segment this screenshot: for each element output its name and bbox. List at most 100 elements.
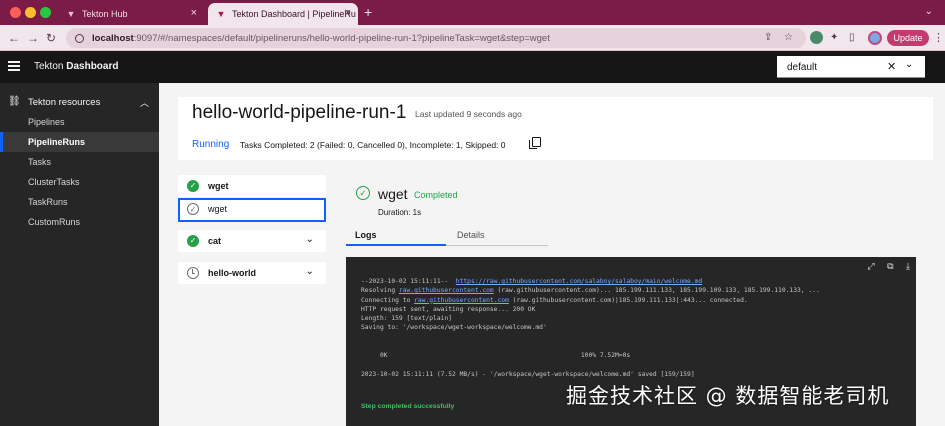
log-line: Resolving raw.githubusercontent.com (raw… xyxy=(361,286,909,295)
task-item-cat[interactable]: ✓ cat ⌄ xyxy=(178,230,326,252)
brand-light: Tekton xyxy=(34,61,64,72)
log-line xyxy=(361,361,909,370)
log-line-text: Length: 159 [text/plain] xyxy=(361,315,452,323)
watermark-text: 掘金技术社区 @ 数据智能老司机 xyxy=(566,384,890,408)
clear-namespace-icon[interactable]: ✕ xyxy=(887,60,896,73)
task-name: wget xyxy=(208,181,229,191)
extensions-puzzle-icon[interactable]: ✦ xyxy=(830,32,838,44)
log-line-text xyxy=(361,343,365,350)
log-line-text: Connecting to xyxy=(361,296,415,304)
log-line-tail: (raw.githubusercontent.com)|185.199.111.… xyxy=(508,296,748,304)
site-info-icon[interactable] xyxy=(75,33,84,43)
log-line: Length: 159 [text/plain] xyxy=(361,314,909,323)
browser-tab-tekton-dashboard[interactable]: ▼ Tekton Dashboard | PipelineRu × xyxy=(208,3,358,25)
log-line: --2023-10-02 15:11:11-- https://raw.gith… xyxy=(361,277,909,286)
tab-details[interactable]: Details xyxy=(446,226,548,246)
tekton-favicon-icon: ▼ xyxy=(216,9,226,19)
sidebar-item-taskruns[interactable]: TaskRuns xyxy=(0,192,159,212)
sidebar-item-pipelineruns[interactable]: PipelineRuns xyxy=(0,132,159,152)
sidebar-item-label: ClusterTasks xyxy=(28,177,80,187)
maximize-icon[interactable]: ⤢ xyxy=(867,261,874,271)
success-check-icon: ✓ xyxy=(356,186,370,200)
copy-icon[interactable] xyxy=(529,137,541,149)
namespace-select[interactable]: default ✕ ⌄ xyxy=(777,56,925,78)
run-status: Running xyxy=(192,139,230,150)
hamburger-menu-icon[interactable] xyxy=(8,61,20,71)
log-link[interactable]: raw.githubusercontent.com xyxy=(414,297,509,304)
sidebar-item-clustertasks[interactable]: ClusterTasks xyxy=(0,172,159,192)
close-tab-icon[interactable]: × xyxy=(191,7,197,19)
sidebar-section-header[interactable]: ⛓ Tekton resources ︿ xyxy=(8,96,151,110)
log-line-tail: (raw.githubusercontent.com)... 185.199.1… xyxy=(493,287,820,295)
sidebar-item-label: Tasks xyxy=(28,157,52,167)
update-button[interactable]: Update xyxy=(887,30,929,46)
forward-arrow-icon[interactable]: → xyxy=(27,31,39,45)
open-external-icon[interactable]: ⧉ xyxy=(887,261,893,271)
browser-tab-tekton-hub[interactable]: ▼ Tekton Hub × xyxy=(58,3,204,25)
task-name: hello-world xyxy=(208,268,256,278)
browser-tab-title: Tekton Dashboard | PipelineRu xyxy=(232,9,356,19)
back-arrow-icon[interactable]: ← xyxy=(8,31,20,45)
sidebar: ⛓ Tekton resources ︿ Pipelines PipelineR… xyxy=(0,83,159,426)
tekton-resources-icon: ⛓ xyxy=(8,96,21,107)
log-line-text: --2023-10-02 15:11:11-- xyxy=(361,278,456,285)
task-item-hello-world[interactable]: hello-world ⌄ xyxy=(178,262,326,284)
log-line-text xyxy=(361,334,365,341)
chevron-down-icon[interactable]: ⌄ xyxy=(306,234,314,245)
close-window-button[interactable] xyxy=(10,7,21,18)
tab-logs[interactable]: Logs xyxy=(346,226,446,246)
main-content: hello-world-pipeline-run-1 Last updated … xyxy=(159,83,945,426)
share-icon[interactable]: ⇪ xyxy=(764,32,772,44)
step-duration: Duration: 1s xyxy=(378,208,422,217)
sidebar-item-customruns[interactable]: CustomRuns xyxy=(0,212,159,232)
browser-tab-strip: ▼ Tekton Hub × ▼ Tekton Dashboard | Pipe… xyxy=(0,0,945,25)
log-line-text xyxy=(361,362,365,369)
step-success-message: Step completed successfully xyxy=(361,403,455,410)
sidebar-item-tasks[interactable]: Tasks xyxy=(0,152,159,172)
download-icon[interactable]: ⤓ xyxy=(906,261,910,271)
browser-tab-title: Tekton Hub xyxy=(82,9,128,19)
task-item-wget[interactable]: ✓ wget xyxy=(178,175,326,197)
task-name: cat xyxy=(208,236,222,246)
sidebar-item-label: TaskRuns xyxy=(28,197,68,207)
url-path: :9097/#/namespaces/default/pipelineruns/… xyxy=(133,32,550,44)
step-item-wget[interactable]: ✓ wget xyxy=(178,198,326,222)
sidebar-item-pipelines[interactable]: Pipelines xyxy=(0,112,159,132)
log-line: 0K 100% 7.52M=0s xyxy=(361,351,909,360)
bookmark-star-icon[interactable]: ☆ xyxy=(784,32,793,44)
log-line xyxy=(361,333,909,342)
log-line: Saving to: '/workspace/wget-workspace/we… xyxy=(361,323,909,332)
reload-icon[interactable]: ↻ xyxy=(46,31,56,45)
profile-avatar[interactable] xyxy=(868,31,882,45)
tekton-favicon-icon: ▼ xyxy=(66,9,76,19)
url-host: localhost xyxy=(92,32,134,44)
chevron-down-icon[interactable]: ⌄ xyxy=(306,266,314,277)
browser-menu-icon[interactable]: ⋮ xyxy=(933,31,944,44)
run-header: hello-world-pipeline-run-1 Last updated … xyxy=(178,97,933,160)
app-brand[interactable]: Tekton Dashboard xyxy=(34,61,118,72)
log-line: 2023-10-02 15:11:11 (7.52 MB/s) - '/work… xyxy=(361,370,909,379)
side-panel-icon[interactable]: ▯ xyxy=(849,32,855,44)
chevron-up-icon[interactable]: ︿ xyxy=(140,96,149,109)
step-check-icon: ✓ xyxy=(187,203,199,215)
log-line-text: HTTP request sent, awaiting response... … xyxy=(361,305,536,313)
step-tabs: Logs Details xyxy=(346,226,548,246)
chevron-down-icon[interactable]: ⌄ xyxy=(905,59,913,70)
maximize-window-button[interactable] xyxy=(40,7,51,18)
log-link[interactable]: raw.githubusercontent.com xyxy=(399,287,494,294)
log-link[interactable]: https://raw.githubusercontent.com/salabo… xyxy=(456,278,702,285)
close-tab-icon[interactable]: × xyxy=(345,7,351,19)
sidebar-section-title: Tekton resources xyxy=(28,97,101,108)
tab-search-chevron-icon[interactable]: ⌄ xyxy=(925,6,933,17)
log-output: --2023-10-02 15:11:11-- https://raw.gith… xyxy=(361,277,909,379)
extension-icon[interactable] xyxy=(810,31,823,44)
sidebar-item-label: Pipelines xyxy=(28,117,65,127)
log-line-text: 2023-10-02 15:11:11 (7.52 MB/s) - '/work… xyxy=(361,370,695,378)
step-header: ✓ wget Completed Duration: 1s xyxy=(356,184,756,224)
minimize-window-button[interactable] xyxy=(25,7,36,18)
new-tab-icon[interactable]: + xyxy=(364,4,372,20)
log-line-text: Resolving xyxy=(361,287,399,295)
address-bar[interactable]: localhost:9097/#/namespaces/default/pipe… xyxy=(66,28,806,48)
log-line xyxy=(361,342,909,351)
url-text[interactable]: localhost:9097/#/namespaces/default/pipe… xyxy=(92,33,550,44)
